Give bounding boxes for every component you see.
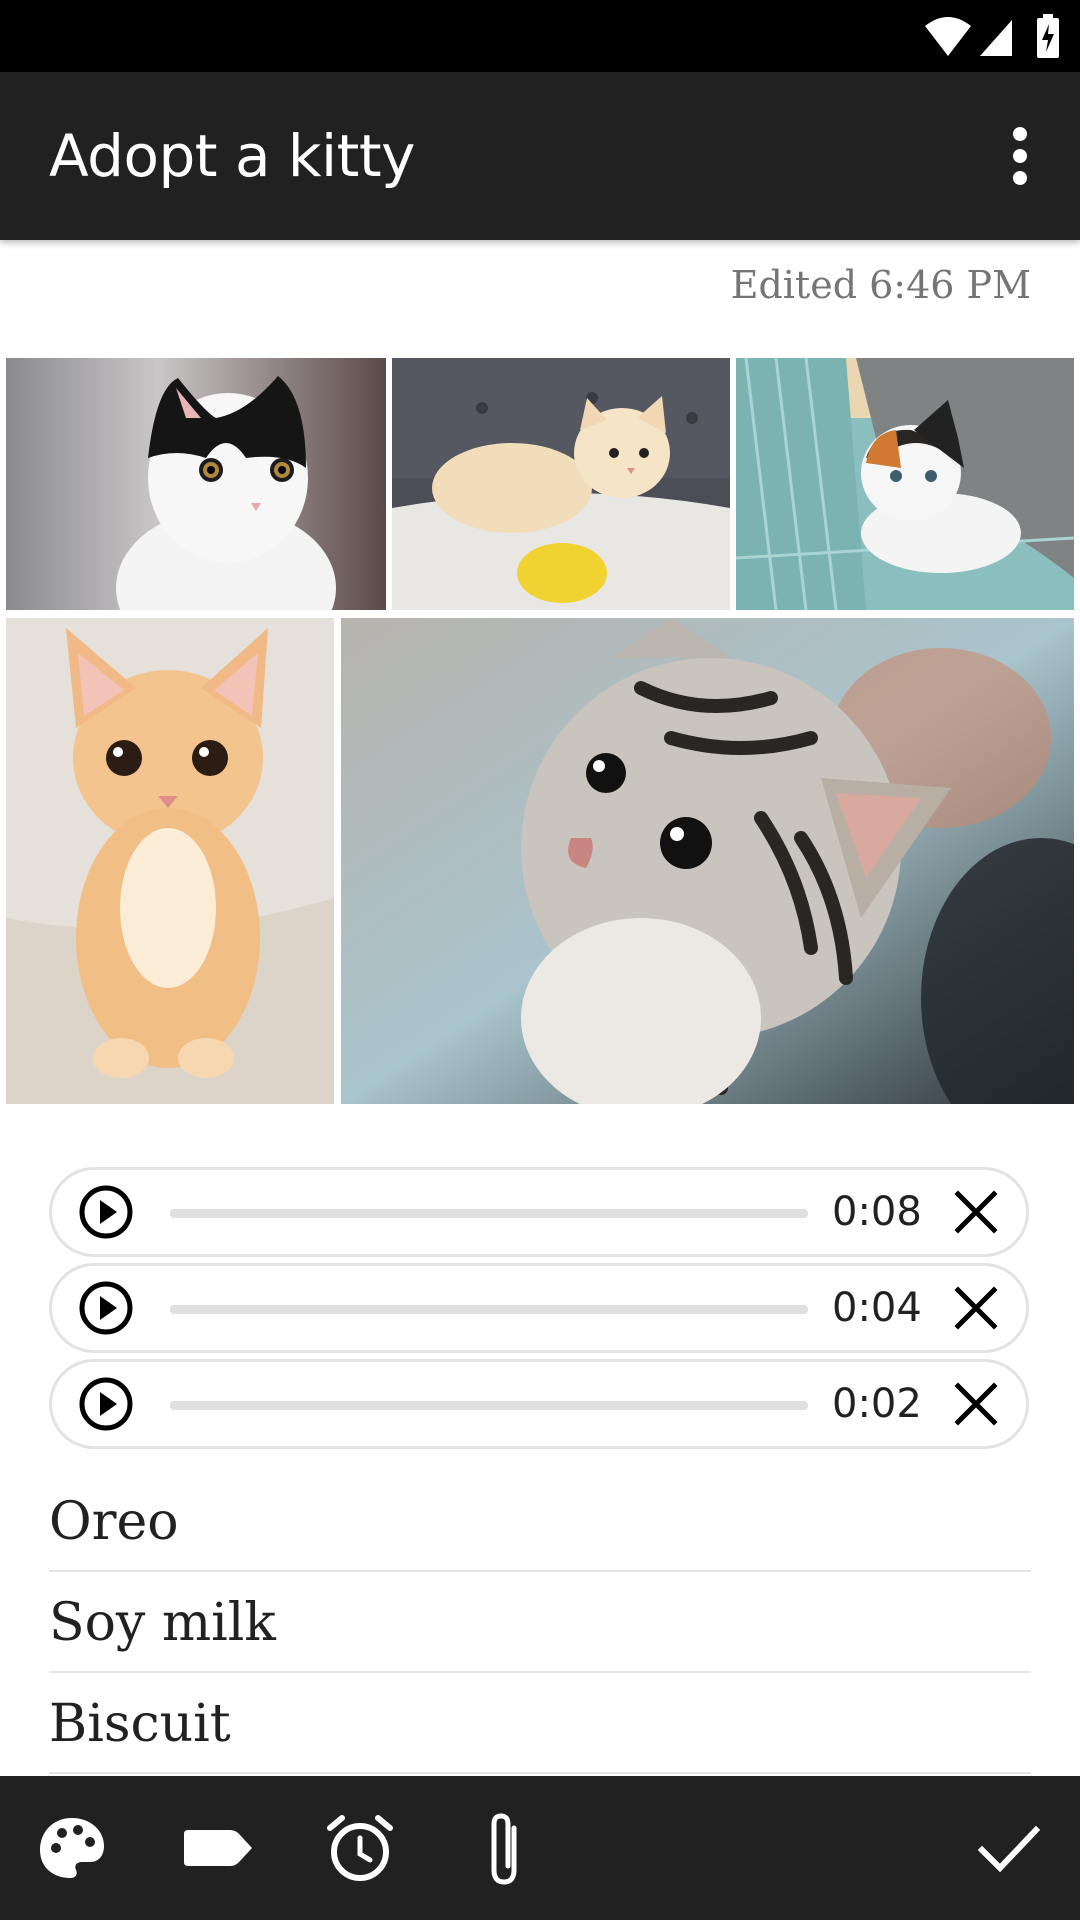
audio-clip: 0:04 <box>49 1263 1029 1353</box>
play-icon <box>79 1281 133 1335</box>
play-icon <box>79 1377 133 1431</box>
battery-icon <box>1037 14 1059 58</box>
list-item[interactable]: Biscuit <box>49 1674 1031 1774</box>
remove-clip-button[interactable] <box>952 1380 1000 1428</box>
remove-clip-button[interactable] <box>952 1284 1000 1332</box>
clip-duration: 0:02 <box>832 1381 922 1427</box>
attach-icon <box>491 1813 517 1885</box>
photo-cream-kitten-lying[interactable] <box>392 358 730 610</box>
list-item[interactable]: Oreo <box>49 1472 1031 1572</box>
photo-tabby-kitten-closeup[interactable] <box>341 618 1074 1104</box>
bottom-toolbar <box>0 1776 1080 1920</box>
palette-button[interactable] <box>22 1798 122 1898</box>
done-button[interactable] <box>958 1798 1058 1898</box>
audio-clip: 0:02 <box>49 1359 1029 1449</box>
clip-duration: 0:04 <box>832 1285 922 1331</box>
photo-calico-kitten-blanket[interactable] <box>736 358 1074 610</box>
audio-clip: 0:08 <box>49 1167 1029 1257</box>
close-icon <box>954 1286 998 1330</box>
audio-progress-track[interactable] <box>170 1401 808 1410</box>
play-button[interactable] <box>79 1185 133 1239</box>
close-icon <box>954 1382 998 1426</box>
status-bar <box>0 0 1080 72</box>
photo-black-white-kitten[interactable] <box>6 358 386 610</box>
play-icon <box>79 1185 133 1239</box>
clip-duration: 0:08 <box>832 1189 922 1235</box>
wifi-icon <box>925 17 971 56</box>
close-icon <box>954 1190 998 1234</box>
cell-signal-icon <box>980 20 1012 56</box>
play-button[interactable] <box>79 1377 133 1431</box>
note-screen: Adopt a kitty Edited 6:46 PM 0:08 0:04 0… <box>0 0 1080 1920</box>
photo-orange-kitten-standing[interactable] <box>6 618 334 1104</box>
label-icon <box>184 1830 252 1866</box>
audio-progress-track[interactable] <box>170 1305 808 1314</box>
list-item[interactable]: Soy milk <box>49 1573 1031 1673</box>
play-button[interactable] <box>79 1281 133 1335</box>
alarm-icon <box>327 1815 393 1881</box>
label-button[interactable] <box>166 1798 266 1898</box>
edited-timestamp: Edited 6:46 PM <box>730 263 1031 307</box>
audio-progress-track[interactable] <box>170 1209 808 1218</box>
attach-button[interactable] <box>454 1798 554 1898</box>
remove-clip-button[interactable] <box>952 1188 1000 1236</box>
check-icon <box>977 1825 1041 1873</box>
more-options-button[interactable] <box>980 116 1060 196</box>
more-vert-icon <box>1013 127 1027 185</box>
app-title: Adopt a kitty <box>49 122 415 190</box>
palette-icon <box>40 1818 104 1878</box>
reminder-button[interactable] <box>310 1798 410 1898</box>
app-bar: Adopt a kitty <box>0 72 1080 240</box>
